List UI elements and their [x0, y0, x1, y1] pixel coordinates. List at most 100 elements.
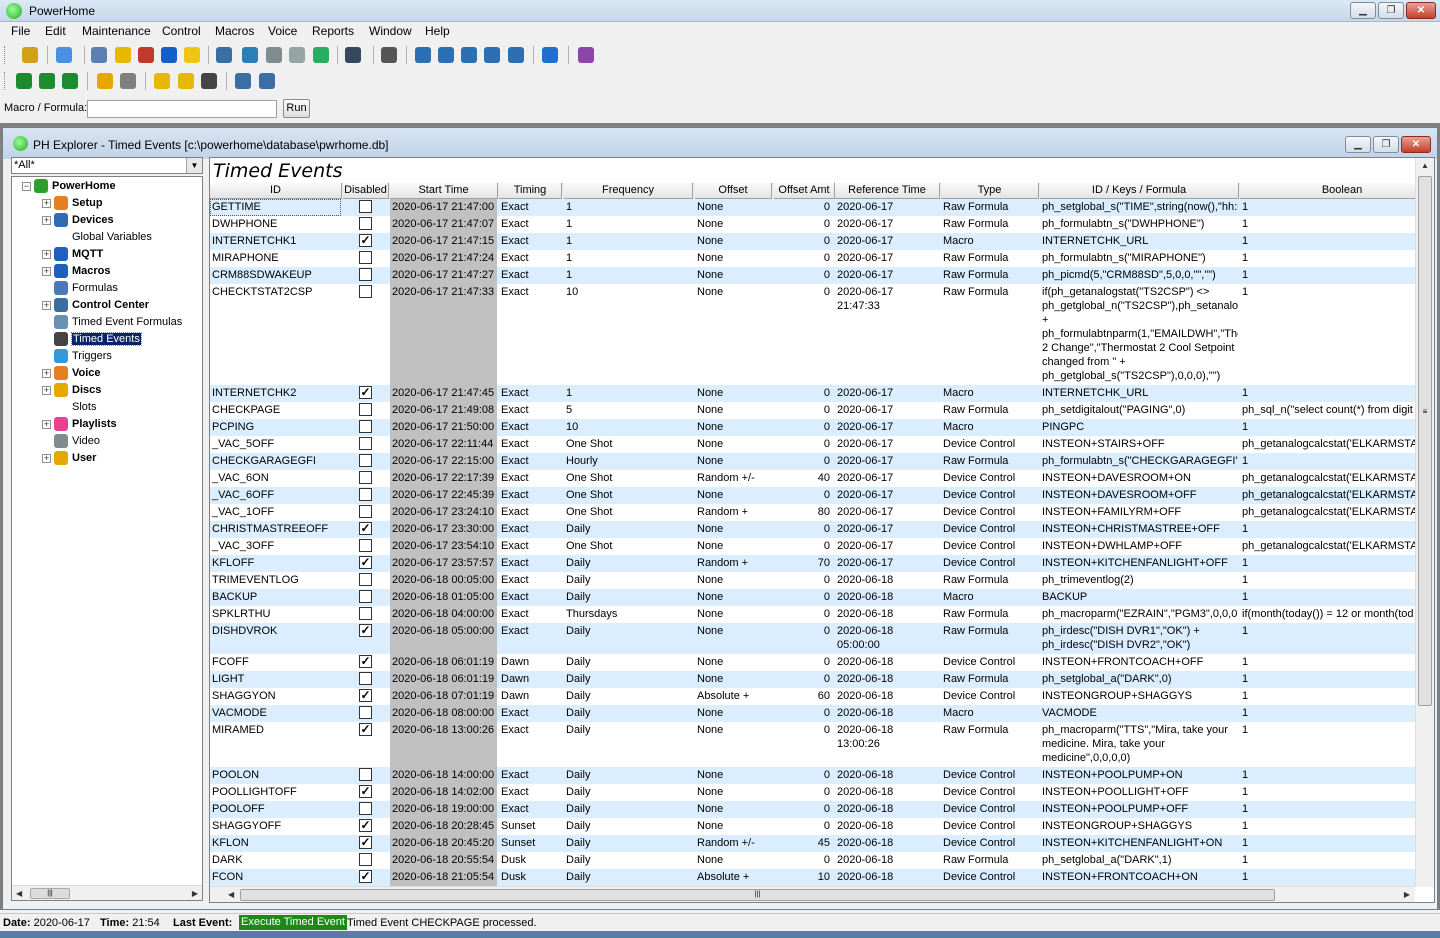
- cell-bool[interactable]: 1: [1240, 216, 1415, 233]
- cell-offset[interactable]: None: [695, 402, 771, 419]
- cell-freq[interactable]: Daily: [564, 705, 692, 722]
- cell-bool[interactable]: 1: [1240, 801, 1415, 818]
- cell-formula[interactable]: if(ph_getanalogstat("TS2CSP") <> ph_getg…: [1040, 284, 1238, 385]
- cell-ref[interactable]: 2020-06-17 22:15:00: [835, 453, 939, 470]
- cell-start[interactable]: 2020-06-18 07:01:19: [390, 688, 497, 705]
- cell-start[interactable]: 2020-06-17 21:50:00: [390, 419, 497, 436]
- cell-id[interactable]: DARK: [210, 852, 341, 869]
- cell-type[interactable]: Device Control: [941, 869, 1038, 886]
- disabled-checkbox[interactable]: ✓: [359, 522, 372, 535]
- explorer-maximize-button[interactable]: ❐: [1373, 136, 1399, 153]
- scroll-right-icon[interactable]: ▶: [192, 889, 198, 898]
- cell-timing[interactable]: Dusk: [499, 852, 561, 869]
- cell-formula[interactable]: VACMODE: [1040, 705, 1238, 722]
- cell-ref[interactable]: 2020-06-18 05:00:00: [835, 623, 939, 654]
- cell-type[interactable]: Device Control: [941, 835, 1038, 852]
- horizontal-scroll-thumb[interactable]: |||: [240, 889, 1275, 901]
- cell-freq[interactable]: Daily: [564, 654, 692, 671]
- cell-formula[interactable]: INSTEONGROUP+SHAGGYS LIGHT+ON: [1040, 688, 1238, 705]
- cell-type[interactable]: Device Control: [941, 818, 1038, 835]
- cell-ref[interactable]: 2020-06-17 23:30:00: [835, 521, 939, 538]
- cell-id[interactable]: SHAGGYON: [210, 688, 341, 705]
- cell-type[interactable]: Device Control: [941, 767, 1038, 784]
- chevron-down-icon[interactable]: ▼: [186, 158, 202, 173]
- cell-bool[interactable]: ph_getanalogcalcstat('ELKARMSTA: [1240, 487, 1415, 504]
- disabled-checkbox[interactable]: ✓: [359, 624, 372, 637]
- cell-ref[interactable]: 2020-06-18 20:55:54: [835, 852, 939, 869]
- expand-icon[interactable]: +: [42, 250, 51, 259]
- table-row[interactable]: GETTIME 2020-06-17 21:47:00 Exact 1 None 0 202…: [210, 199, 1415, 216]
- cell-type[interactable]: Raw Formula: [941, 284, 1038, 385]
- toolbar-grip[interactable]: [4, 46, 7, 64]
- cell-bool[interactable]: 1: [1240, 818, 1415, 835]
- cell-type[interactable]: Device Control: [941, 521, 1038, 538]
- cell-offset[interactable]: None: [695, 852, 771, 869]
- cell-offset[interactable]: None: [695, 767, 771, 784]
- cell-offset[interactable]: None: [695, 521, 771, 538]
- table-row[interactable]: LIGHT 2020-06-18 06:01:19 Dawn Daily None 0 20…: [210, 671, 1415, 688]
- cell-freq[interactable]: Daily: [564, 671, 692, 688]
- cell-ref[interactable]: 2020-06-17 21:47:07: [835, 216, 939, 233]
- cell-freq[interactable]: 5: [564, 402, 692, 419]
- cell-formula[interactable]: ph_trimeventlog(2): [1040, 572, 1238, 589]
- cell-timing[interactable]: Exact: [499, 606, 561, 623]
- cell-amt[interactable]: 0: [774, 589, 834, 606]
- cell-type[interactable]: Device Control: [941, 504, 1038, 521]
- cell-freq[interactable]: 1: [564, 216, 692, 233]
- cell-ref[interactable]: 2020-06-17 21:47:27: [835, 267, 939, 284]
- cell-formula[interactable]: INSTEON+FRONTCOACH+ON: [1040, 869, 1238, 886]
- cell-amt[interactable]: 70: [774, 555, 834, 572]
- disabled-checkbox[interactable]: [359, 573, 372, 586]
- cell-start[interactable]: 2020-06-17 22:11:44: [390, 436, 497, 453]
- cell-timing[interactable]: Exact: [499, 784, 561, 801]
- cell-formula[interactable]: INSTEON+DAVESROOM+OFF: [1040, 487, 1238, 504]
- cell-type[interactable]: Device Control: [941, 688, 1038, 705]
- menu-maintenance[interactable]: Maintenance: [82, 24, 151, 38]
- cell-formula[interactable]: INSTEON+STAIRS+OFF: [1040, 436, 1238, 453]
- cell-ref[interactable]: 2020-06-18 20:55:54: [835, 869, 939, 886]
- expand-icon[interactable]: +: [42, 420, 51, 429]
- cell-start[interactable]: 2020-06-18 01:05:00: [390, 589, 497, 606]
- cell-bool[interactable]: 1: [1240, 267, 1415, 284]
- cell-timing[interactable]: Exact: [499, 216, 561, 233]
- cell-type[interactable]: Device Control: [941, 555, 1038, 572]
- cell-id[interactable]: CHRISTMASTREEOFF: [210, 521, 341, 538]
- cell-offset[interactable]: Random +: [695, 504, 771, 521]
- cell-timing[interactable]: Exact: [499, 801, 561, 818]
- tree-item-control-center[interactable]: Control Center: [54, 297, 149, 314]
- cell-amt[interactable]: 0: [774, 487, 834, 504]
- cell-amt[interactable]: 0: [774, 538, 834, 555]
- cell-formula[interactable]: INSTEON+KITCHENFANLIGHT+OFF: [1040, 555, 1238, 572]
- cell-id[interactable]: SHAGGYOFF: [210, 818, 341, 835]
- table-row[interactable]: DWHPHONE 2020-06-17 21:47:07 Exact 1 None 0 20…: [210, 216, 1415, 233]
- cell-type[interactable]: Raw Formula: [941, 606, 1038, 623]
- tree-item-discs[interactable]: Discs: [54, 382, 101, 399]
- cell-timing[interactable]: Exact: [499, 487, 561, 504]
- cell-start[interactable]: 2020-06-18 08:00:00: [390, 705, 497, 722]
- cell-offset[interactable]: None: [695, 233, 771, 250]
- menu-voice[interactable]: Voice: [268, 24, 297, 38]
- cell-ref[interactable]: 2020-06-18 14:02:00: [835, 784, 939, 801]
- cell-amt[interactable]: 0: [774, 801, 834, 818]
- cell-timing[interactable]: Exact: [499, 199, 561, 216]
- cell-freq[interactable]: Hourly: [564, 453, 692, 470]
- cell-bool[interactable]: 1: [1240, 671, 1415, 688]
- cell-timing[interactable]: Exact: [499, 538, 561, 555]
- cell-amt[interactable]: 0: [774, 572, 834, 589]
- cell-amt[interactable]: 45: [774, 835, 834, 852]
- macro-formula-input[interactable]: [87, 100, 277, 118]
- expand-icon[interactable]: +: [42, 301, 51, 310]
- cell-freq[interactable]: One Shot: [564, 504, 692, 521]
- disabled-checkbox[interactable]: [359, 403, 372, 416]
- cell-timing[interactable]: Exact: [499, 284, 561, 385]
- expand-icon[interactable]: +: [42, 369, 51, 378]
- cell-ref[interactable]: 2020-06-17 21:47:33: [835, 284, 939, 385]
- cell-bool[interactable]: 1: [1240, 869, 1415, 886]
- column-header-boolean[interactable]: Boolean: [1240, 183, 1434, 199]
- cell-freq[interactable]: One Shot: [564, 470, 692, 487]
- table-row[interactable]: CHECKTSTAT2CSP 2020-06-17 21:47:33 Exact 10…: [210, 284, 1415, 385]
- disabled-checkbox[interactable]: [359, 539, 372, 552]
- cell-ref[interactable]: 2020-06-18 00:05:00: [835, 572, 939, 589]
- cell-id[interactable]: CHECKTSTAT2CSP: [210, 284, 341, 385]
- expand-icon[interactable]: +: [42, 454, 51, 463]
